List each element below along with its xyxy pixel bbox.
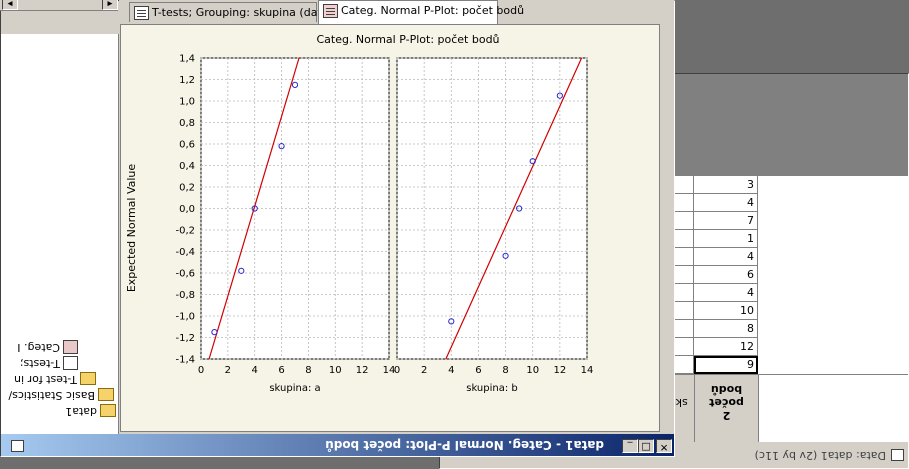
- minimize-button[interactable]: _: [622, 439, 638, 453]
- tree-item-data1[interactable]: data1: [65, 402, 116, 418]
- desktop: Data: data1 (2v by 11c) 2 počet bodů 1 s…: [0, 0, 909, 469]
- spreadsheet-icon: [891, 449, 904, 461]
- scroll-right-arrow[interactable]: ▸: [2, 0, 18, 10]
- cell-pocet-bodu[interactable]: 1: [694, 230, 758, 248]
- x-tick-label: 12: [553, 365, 566, 376]
- y-tick-label: -0,8: [175, 290, 195, 301]
- y-axis-label: Expected Normal Value: [125, 164, 138, 293]
- folder-icon: [98, 388, 114, 402]
- panel-title: skupina: b: [466, 383, 518, 394]
- y-tick-label: 0,2: [179, 183, 195, 194]
- x-tick-label: 6: [475, 365, 481, 376]
- y-tick-label: 1,0: [179, 97, 195, 108]
- cell-pocet-bodu[interactable]: 12: [694, 338, 758, 356]
- graph-icon: [323, 4, 338, 18]
- x-tick-label: 10: [526, 365, 539, 376]
- y-tick-label: -1,0: [175, 312, 195, 323]
- folder-icon: [100, 404, 116, 418]
- x-tick-label: 8: [502, 365, 508, 376]
- x-tick-label: 2: [421, 365, 427, 376]
- grid-corner: [758, 374, 908, 442]
- x-tick-label: 8: [305, 365, 311, 376]
- x-tick-label: 0: [394, 365, 400, 376]
- cell-pocet-bodu[interactable]: 3: [694, 176, 758, 194]
- maximize-button[interactable]: □: [638, 439, 654, 453]
- chart-title: Categ. Normal P-Plot: počet bodů: [316, 33, 499, 46]
- y-tick-label: 0,4: [179, 161, 195, 172]
- tab-bar: T-tests; Grouping: skupina (data1) Categ…: [119, 0, 674, 24]
- panel-title: skupina: a: [269, 383, 320, 394]
- tree-item-categ-plot[interactable]: Categ. I: [17, 338, 78, 354]
- x-tick-label: 4: [448, 365, 454, 376]
- y-tick-label: -0,2: [175, 226, 195, 237]
- column-header-2[interactable]: 2 počet bodů: [694, 374, 758, 442]
- graph-window: ✕ □ _ data1 - Categ. Normal P-Plot: poče…: [0, 0, 675, 457]
- folder-icon: [80, 372, 96, 386]
- graph-window-titlebar[interactable]: ✕ □ _ data1 - Categ. Normal P-Plot: poče…: [1, 434, 674, 456]
- normal-p-plot: Categ. Normal P-Plot: počet bodů Expected…: [125, 33, 594, 394]
- tab-categ-plot[interactable]: Categ. Normal P-Plot: počet bodů: [318, 0, 524, 24]
- x-tick-label: 12: [356, 365, 369, 376]
- cell-pocet-bodu[interactable]: 4: [694, 194, 758, 212]
- tree-item-basic-statistics[interactable]: Basic Statistics/: [8, 386, 114, 402]
- y-tick-label: -0,4: [175, 247, 195, 258]
- y-tick-label: 0,8: [179, 118, 195, 129]
- x-tick-label: 2: [225, 365, 231, 376]
- x-tick-label: 14: [581, 365, 594, 376]
- x-tick-label: 0: [198, 365, 204, 376]
- y-tick-label: 1,4: [179, 54, 195, 65]
- y-tick-label: -1,4: [175, 355, 195, 366]
- spreadsheet-icon: [63, 356, 78, 370]
- graph-window-title: data1 - Categ. Normal P-Plot: počet bodů: [325, 438, 604, 452]
- cell-pocet-bodu[interactable]: 7: [694, 212, 758, 230]
- cell-pocet-bodu[interactable]: 10: [694, 302, 758, 320]
- workbook-tree: data1 Basic Statistics/ T-test for in T-…: [0, 0, 119, 434]
- graph-icon: [63, 340, 78, 354]
- spreadsheet-icon: [134, 6, 149, 20]
- x-tick-label: 10: [329, 365, 342, 376]
- y-tick-label: 0,0: [179, 204, 195, 215]
- y-tick-label: -1,2: [175, 333, 195, 344]
- data-window-title: Data: data1 (2v by 11c): [754, 449, 886, 462]
- x-tick-label: 6: [278, 365, 284, 376]
- close-button[interactable]: ✕: [656, 439, 672, 453]
- tree-scrollbar[interactable]: ◂ ▸: [0, 0, 118, 11]
- tree-item-t-test[interactable]: T-test for in: [14, 370, 96, 386]
- cell-pocet-bodu[interactable]: 6: [694, 266, 758, 284]
- graph-area: Categ. Normal P-Plot: počet bodů Expected…: [120, 24, 660, 432]
- cell-pocet-bodu[interactable]: 4: [694, 284, 758, 302]
- x-tick-label: 4: [252, 365, 258, 376]
- y-tick-label: 1,2: [179, 75, 195, 86]
- tree-item-t-tests-sheet[interactable]: T-tests;: [20, 354, 78, 370]
- tab-t-tests[interactable]: T-tests; Grouping: skupina (data1): [129, 2, 340, 22]
- cell-pocet-bodu[interactable]: 9: [694, 356, 758, 374]
- scroll-left-arrow[interactable]: ◂: [102, 0, 118, 10]
- graph-window-icon: [11, 440, 24, 452]
- y-tick-label: 0,6: [179, 140, 195, 151]
- y-tick-label: -0,6: [175, 269, 195, 280]
- cell-pocet-bodu[interactable]: 4: [694, 248, 758, 266]
- cell-pocet-bodu[interactable]: 8: [694, 320, 758, 338]
